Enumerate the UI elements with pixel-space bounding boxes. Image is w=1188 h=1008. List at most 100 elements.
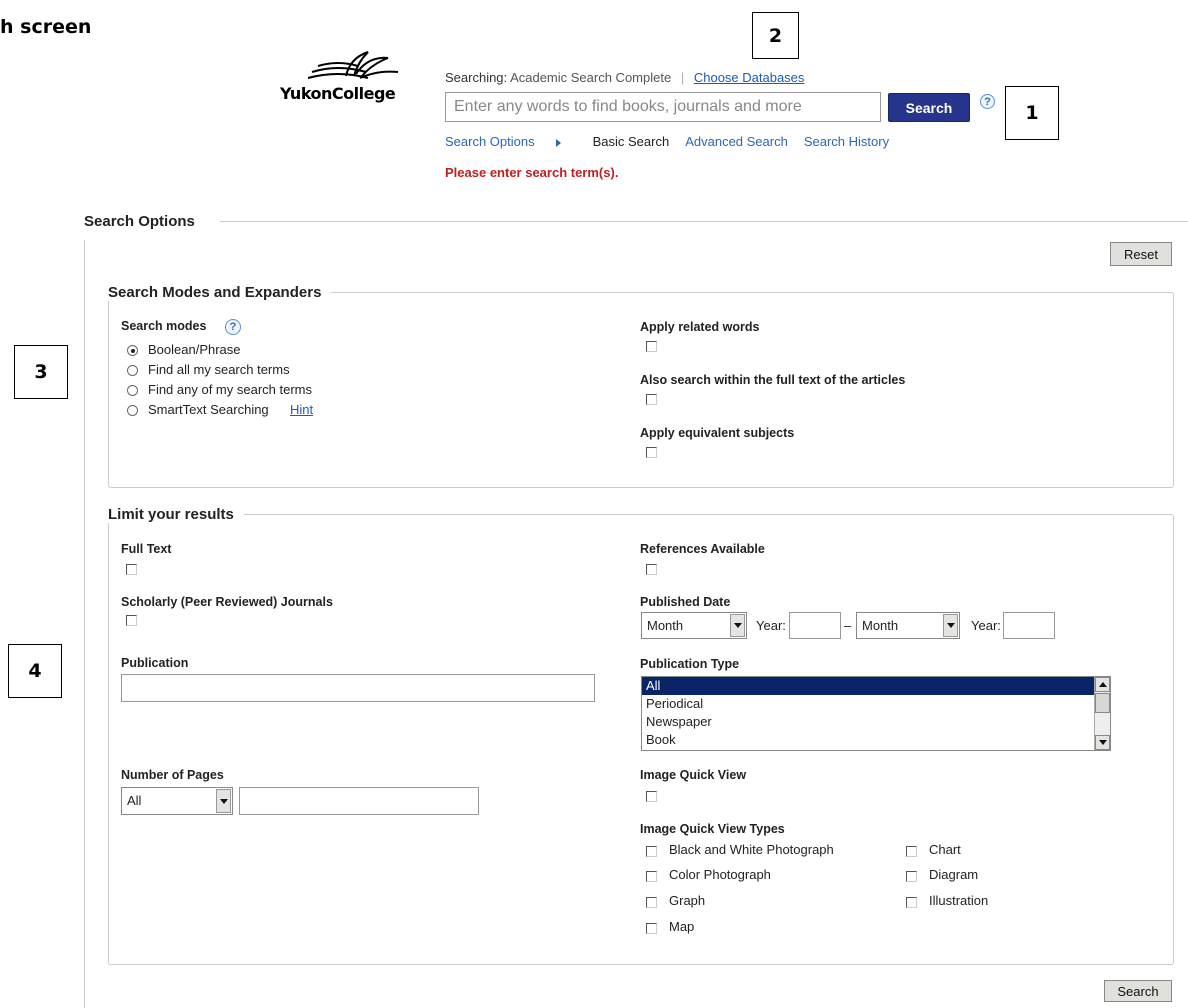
apply-related-checkbox[interactable] (646, 341, 657, 352)
from-month-value: Month (647, 618, 684, 633)
scholarly-label: Scholarly (Peer Reviewed) Journals (121, 595, 333, 609)
search-help-icon[interactable]: ? (980, 94, 995, 109)
date-range-dash: – (844, 618, 852, 633)
publication-input[interactable] (121, 674, 595, 702)
chevron-down-icon (730, 614, 745, 637)
iqv-map-checkbox[interactable] (646, 923, 657, 934)
search-options-label: Search Options (445, 134, 535, 149)
callout-2: 2 (752, 12, 799, 59)
iqv-color-photo-checkbox[interactable] (646, 871, 657, 882)
iqv-graph-checkbox[interactable] (646, 897, 657, 908)
iqv-color-photo-label: Color Photograph (669, 867, 771, 882)
search-history-link[interactable]: Search History (804, 134, 889, 149)
searching-database-line: Searching: Academic Search Complete | Ch… (445, 70, 804, 85)
full-text-search-label: Also search within the full text of the … (640, 373, 906, 387)
reset-button[interactable]: Reset (1110, 242, 1172, 266)
radio-find-all[interactable] (127, 365, 138, 376)
searching-prefix: Searching: (445, 70, 508, 85)
iqv-types-label: Image Quick View Types (640, 822, 785, 836)
references-label: References Available (640, 542, 765, 556)
callout-3: 3 (14, 345, 68, 399)
radio-label-find-any: Find any of my search terms (148, 382, 312, 397)
pub-type-option[interactable]: Periodical (642, 695, 1110, 713)
triangle-right-icon (555, 138, 561, 147)
pages-number-input[interactable] (239, 787, 479, 815)
smarttext-hint-link[interactable]: Hint (290, 402, 313, 417)
search-button[interactable]: Search (888, 93, 970, 122)
radio-boolean-phrase[interactable] (127, 345, 138, 356)
chevron-down-icon (943, 614, 958, 637)
separator: | (680, 70, 685, 85)
search-modes-label: Search modes (121, 319, 207, 333)
image-quick-view-label: Image Quick View (640, 768, 747, 782)
search-input[interactable] (445, 92, 881, 122)
to-month-select[interactable]: Month (856, 612, 960, 639)
full-text-label: Full Text (121, 542, 172, 556)
search-modes-help-icon[interactable]: ? (225, 319, 241, 335)
scroll-thumb[interactable] (1095, 693, 1110, 713)
publication-label: Publication (121, 656, 189, 670)
pub-type-option[interactable]: Newspaper (642, 713, 1110, 731)
iqv-map-label: Map (669, 919, 695, 934)
to-year-input[interactable] (1003, 612, 1055, 639)
advanced-search-link[interactable]: Advanced Search (685, 134, 788, 149)
yukon-college-logo[interactable]: YukonCollege (280, 48, 420, 108)
full-text-checkbox[interactable] (126, 564, 137, 575)
callout-1: 1 (1005, 86, 1059, 140)
number-of-pages-label: Number of Pages (121, 768, 224, 782)
basic-search-link[interactable]: Basic Search (593, 134, 670, 149)
radio-label-boolean: Boolean/Phrase (148, 342, 241, 357)
iqv-illustration-label: Illustration (929, 893, 989, 908)
iqv-diagram-label: Diagram (929, 867, 979, 882)
search-options-border (84, 240, 85, 1008)
search-options-title: Search Options (84, 213, 205, 230)
to-month-value: Month (862, 618, 899, 633)
radio-smarttext[interactable] (127, 405, 138, 416)
image-quick-view-checkbox[interactable] (646, 791, 657, 802)
pages-select-value: All (127, 793, 142, 808)
radio-find-any[interactable] (127, 385, 138, 396)
logo-text: YukonCollege (280, 84, 396, 103)
iqv-bw-photo-checkbox[interactable] (646, 846, 657, 857)
iqv-chart-label: Chart (929, 842, 961, 857)
search-modes-legend: Search Modes and Expanders (108, 284, 332, 301)
search-options-divider (220, 221, 1188, 222)
iqv-diagram-checkbox[interactable] (906, 871, 917, 882)
from-year-label: Year: (756, 618, 786, 633)
scholarly-checkbox[interactable] (126, 615, 137, 626)
published-date-label: Published Date (640, 595, 731, 609)
apply-related-label: Apply related words (640, 320, 760, 334)
publication-type-listbox[interactable]: All Periodical Newspaper Book (641, 676, 1111, 751)
limits-legend: Limit your results (108, 506, 244, 523)
callout-4: 4 (8, 644, 62, 698)
listbox-scrollbar[interactable] (1094, 677, 1110, 750)
scroll-up-icon[interactable] (1095, 677, 1110, 692)
pages-comparison-select[interactable]: All (121, 787, 233, 815)
current-database: Academic Search Complete (510, 70, 672, 85)
equivalent-subjects-label: Apply equivalent subjects (640, 426, 795, 440)
iqv-illustration-checkbox[interactable] (906, 897, 917, 908)
logo-bird-icon (307, 51, 399, 79)
search-options-toggle[interactable]: Search Options (445, 134, 577, 149)
radio-label-find-all: Find all my search terms (148, 362, 290, 377)
iqv-graph-label: Graph (669, 893, 706, 908)
iqv-bw-photo-label: Black and White Photograph (669, 842, 834, 857)
page-heading-fragment: h screen (0, 16, 92, 38)
references-checkbox[interactable] (646, 564, 657, 575)
iqv-chart-checkbox[interactable] (906, 846, 917, 857)
from-month-select[interactable]: Month (641, 612, 747, 639)
publication-type-label: Publication Type (640, 657, 740, 671)
pub-type-option[interactable]: Book (642, 731, 1110, 749)
equivalent-subjects-checkbox[interactable] (646, 447, 657, 458)
to-year-label: Year: (971, 618, 1001, 633)
radio-label-smarttext: SmartText Searching (148, 402, 269, 417)
error-message: Please enter search term(s). (445, 165, 619, 180)
scroll-down-icon[interactable] (1095, 735, 1110, 750)
full-text-search-checkbox[interactable] (646, 394, 657, 405)
chevron-down-icon (216, 789, 231, 813)
from-year-input[interactable] (789, 612, 841, 639)
choose-databases-link[interactable]: Choose Databases (694, 70, 805, 85)
search-nav: Search Options Basic Search Advanced Sea… (445, 134, 905, 149)
pub-type-option[interactable]: All (642, 677, 1110, 695)
bottom-search-button[interactable]: Search (1104, 980, 1172, 1002)
